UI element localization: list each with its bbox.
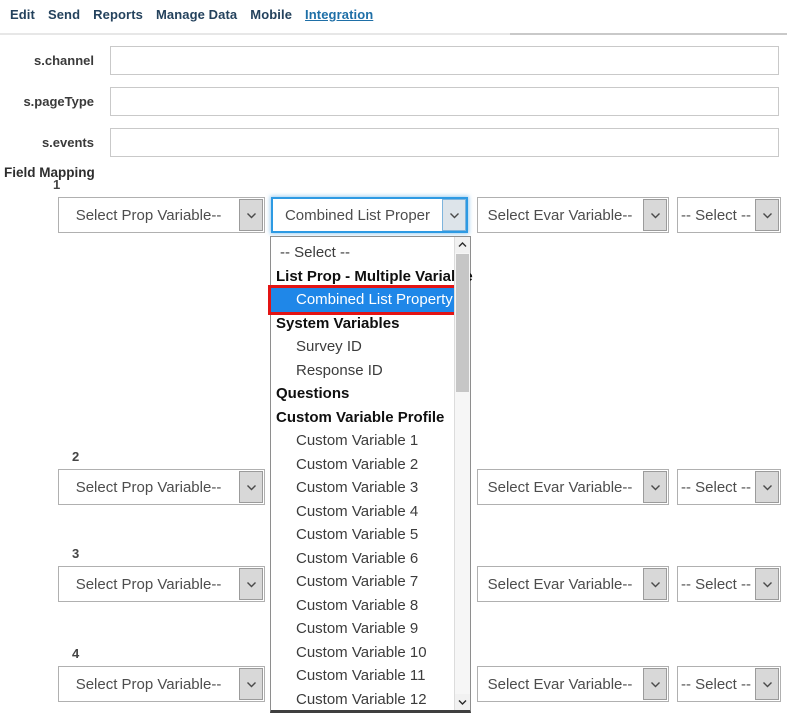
select-prop-row-1[interactable]: Select Prop Variable-- (58, 197, 265, 233)
chevron-down-icon (239, 668, 263, 700)
chevron-down-icon (239, 471, 263, 503)
scroll-down-icon[interactable] (455, 694, 470, 710)
select-value: -- Select -- (678, 576, 754, 593)
select-value: -- Select -- (678, 207, 754, 224)
dropdown-option-custom-variable-4[interactable]: Custom Variable 4 (271, 500, 454, 524)
form-field-row: s.channel (0, 45, 779, 75)
select-evar-row-2[interactable]: Select Evar Variable-- (477, 469, 669, 505)
nav-item-send[interactable]: Send (48, 7, 80, 22)
select-middle-row-1[interactable]: Combined List Proper (271, 197, 468, 233)
form-field-row: s.pageType (0, 86, 779, 116)
nav-item-mobile[interactable]: Mobile (250, 7, 292, 22)
select-value: Select Prop Variable-- (59, 576, 238, 593)
field-input-s-events[interactable] (110, 128, 779, 157)
dropdown-scrollbar[interactable] (454, 237, 470, 710)
chevron-down-icon (755, 668, 779, 700)
chevron-down-icon (755, 568, 779, 600)
select-last-row-2[interactable]: -- Select -- (677, 469, 781, 505)
select-value: -- Select -- (678, 676, 754, 693)
field-mapping-title: Field Mapping (4, 165, 95, 180)
nav-item-integration[interactable]: Integration (305, 7, 373, 22)
select-value: Select Evar Variable-- (478, 207, 642, 224)
chevron-down-icon (239, 568, 263, 600)
select-last-row-1[interactable]: -- Select -- (677, 197, 781, 233)
select-last-row-3[interactable]: -- Select -- (677, 566, 781, 602)
select-value: Select Prop Variable-- (59, 207, 238, 224)
nav-divider-left (0, 33, 510, 35)
dropdown-option-custom-variable-3[interactable]: Custom Variable 3 (271, 476, 454, 500)
dropdown-option-custom-variable-12[interactable]: Custom Variable 12 (271, 688, 454, 712)
form-fields: s.channel s.pageType s.events (0, 45, 779, 168)
chevron-down-icon (755, 471, 779, 503)
chevron-down-icon (643, 668, 667, 700)
select-evar-row-3[interactable]: Select Evar Variable-- (477, 566, 669, 602)
field-input-s-channel[interactable] (110, 46, 779, 75)
nav-item-edit[interactable]: Edit (10, 7, 35, 22)
dropdown-option-custom-variable-2[interactable]: Custom Variable 2 (271, 453, 454, 477)
row-number-4: 4 (72, 646, 79, 661)
nav-item-manage-data[interactable]: Manage Data (156, 7, 237, 22)
dropdown-option-combined-list-property-highlighted[interactable]: Combined List Property (271, 288, 454, 312)
field-label-s-channel: s.channel (0, 53, 94, 68)
dropdown-option-custom-variable-6[interactable]: Custom Variable 6 (271, 547, 454, 571)
field-label-s-events: s.events (0, 135, 94, 150)
chevron-down-icon (643, 568, 667, 600)
select-prop-row-3[interactable]: Select Prop Variable-- (58, 566, 265, 602)
field-input-s-pagetype[interactable] (110, 87, 779, 116)
dropdown-group-system-variables: System Variables (271, 312, 454, 336)
dropdown-option-select[interactable]: -- Select -- (271, 241, 454, 265)
row-number-2: 2 (72, 449, 79, 464)
select-value: -- Select -- (678, 479, 754, 496)
dropdown-list: -- Select --List Prop - Multiple Variabl… (270, 236, 471, 713)
select-prop-row-2[interactable]: Select Prop Variable-- (58, 469, 265, 505)
chevron-down-icon (755, 199, 779, 231)
select-evar-row-4[interactable]: Select Evar Variable-- (477, 666, 669, 702)
select-evar-row-1[interactable]: Select Evar Variable-- (477, 197, 669, 233)
scrollbar-thumb[interactable] (456, 254, 469, 392)
dropdown-option-custom-variable-1[interactable]: Custom Variable 1 (271, 429, 454, 453)
select-value: Select Prop Variable-- (59, 479, 238, 496)
dropdown-option-custom-variable-11[interactable]: Custom Variable 11 (271, 664, 454, 688)
nav-item-reports[interactable]: Reports (93, 7, 143, 22)
top-nav: Edit Send Reports Manage Data Mobile Integrat… (10, 7, 373, 22)
form-field-row: s.events (0, 127, 779, 157)
dropdown-items: -- Select --List Prop - Multiple Variabl… (271, 241, 454, 711)
row-number-3: 3 (72, 546, 79, 561)
select-value: Combined List Proper (273, 207, 442, 224)
dropdown-group-questions: Questions (271, 382, 454, 406)
dropdown-option-custom-variable-7[interactable]: Custom Variable 7 (271, 570, 454, 594)
scroll-up-icon[interactable] (455, 237, 470, 253)
select-last-row-4[interactable]: -- Select -- (677, 666, 781, 702)
dropdown-option-custom-variable-5[interactable]: Custom Variable 5 (271, 523, 454, 547)
nav-divider-right (510, 33, 787, 35)
select-value: Select Evar Variable-- (478, 576, 642, 593)
row-number-1: 1 (53, 177, 60, 192)
chevron-down-icon (643, 199, 667, 231)
dropdown-option-custom-variable-10[interactable]: Custom Variable 10 (271, 641, 454, 665)
select-value: Select Evar Variable-- (478, 676, 642, 693)
dropdown-option-response-id[interactable]: Response ID (271, 359, 454, 383)
field-label-s-pagetype: s.pageType (0, 94, 94, 109)
select-prop-row-4[interactable]: Select Prop Variable-- (58, 666, 265, 702)
dropdown-option-custom-variable-8[interactable]: Custom Variable 8 (271, 594, 454, 618)
chevron-down-icon (239, 199, 263, 231)
chevron-down-icon (442, 199, 466, 231)
dropdown-group-list-prop-multiple-variable: List Prop - Multiple Variable (271, 265, 454, 289)
select-value: Select Prop Variable-- (59, 676, 238, 693)
select-value: Select Evar Variable-- (478, 479, 642, 496)
dropdown-option-custom-variable-9[interactable]: Custom Variable 9 (271, 617, 454, 641)
dropdown-option-survey-id[interactable]: Survey ID (271, 335, 454, 359)
chevron-down-icon (643, 471, 667, 503)
dropdown-group-custom-variable-profile: Custom Variable Profile (271, 406, 454, 430)
